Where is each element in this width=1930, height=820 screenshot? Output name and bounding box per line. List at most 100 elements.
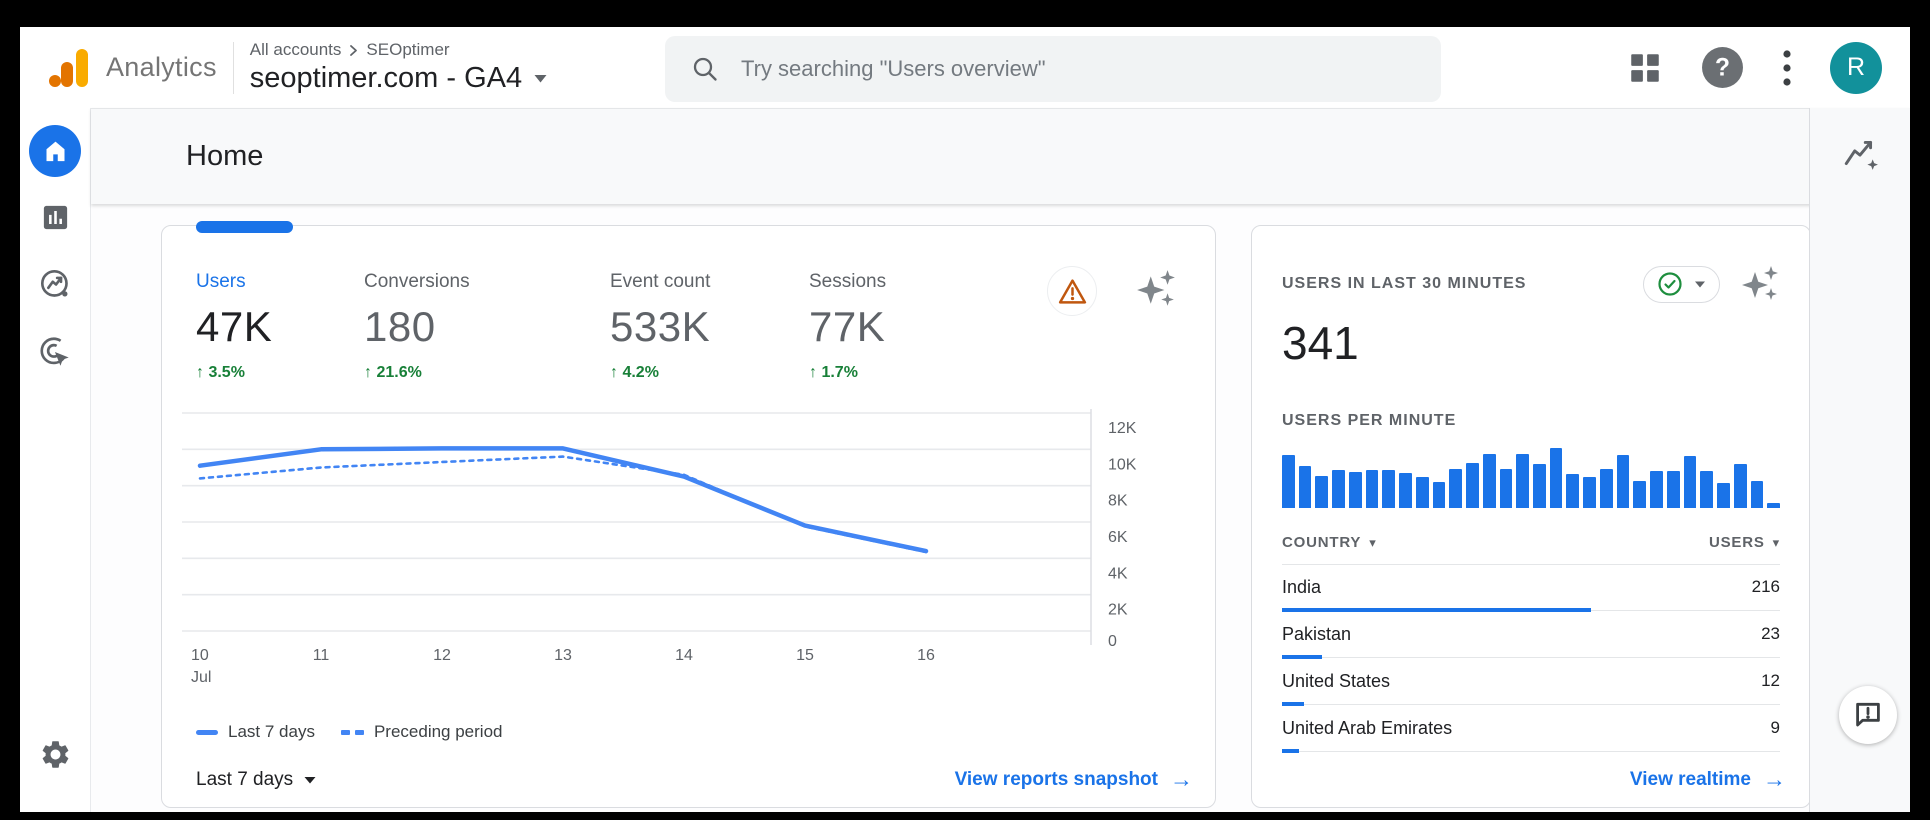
svg-text:8K: 8K [1108, 493, 1128, 510]
right-rail [1809, 108, 1910, 812]
date-range-dropdown[interactable]: Last 7 days [196, 769, 317, 791]
breadcrumb: All accounts SEOptimer [250, 40, 548, 60]
metric-tab-users[interactable]: Users47K↑ 3.5% [196, 271, 272, 382]
breadcrumb-account[interactable]: SEOptimer [366, 40, 449, 60]
realtime-title: USERS IN LAST 30 MINUTES [1282, 275, 1526, 293]
metric-delta: ↑ 21.6% [364, 364, 470, 382]
country-users-value: 9 [1771, 718, 1780, 739]
view-realtime-link[interactable]: View realtime → [1630, 766, 1786, 793]
feedback-button[interactable] [1839, 686, 1897, 744]
realtime-sparkle-button[interactable] [1740, 264, 1780, 304]
minute-bar [1466, 463, 1479, 508]
search-icon [691, 55, 719, 83]
more-options-button[interactable] [1782, 46, 1792, 90]
reports-icon [40, 202, 71, 233]
country-bar-track [1282, 655, 1780, 659]
kebab-menu-icon [1782, 46, 1792, 90]
metric-delta: ↑ 3.5% [196, 364, 272, 382]
avatar[interactable]: R [1830, 42, 1882, 94]
caret-down-icon [303, 775, 317, 785]
svg-text:2K: 2K [1108, 602, 1128, 619]
minute-bar [1566, 474, 1579, 508]
breadcrumb-all-accounts[interactable]: All accounts [250, 40, 342, 60]
svg-text:16: 16 [917, 647, 935, 664]
metric-value: 533K [610, 303, 710, 351]
minute-bar [1700, 471, 1713, 508]
minute-bar [1299, 466, 1312, 508]
property-selector[interactable]: seoptimer.com - GA4 [250, 62, 548, 95]
search-input[interactable] [739, 55, 1415, 83]
google-apps-button[interactable] [1627, 50, 1663, 86]
svg-text:10K: 10K [1108, 456, 1137, 473]
svg-text:11: 11 [313, 647, 330, 664]
metric-label: Users [196, 271, 272, 293]
home-icon [29, 125, 81, 177]
nav-explore-button[interactable] [20, 268, 90, 301]
feedback-icon [1852, 699, 1884, 731]
column-label: USERS [1709, 534, 1765, 551]
anomaly-warning-button[interactable] [1047, 266, 1097, 316]
minute-bar [1717, 483, 1730, 508]
minute-bar [1349, 472, 1362, 508]
page-header-band: Home [91, 108, 1910, 204]
metric-tab-sessions[interactable]: Sessions77K↑ 1.7% [809, 271, 886, 382]
carousel-tab-indicator[interactable] [196, 221, 293, 233]
minute-bar [1767, 503, 1780, 508]
overview-card-footer: Last 7 days View reports snapshot → [196, 766, 1193, 793]
caret-down-icon [1694, 280, 1706, 289]
analytics-logo-icon [46, 45, 94, 91]
country-bar-fill [1282, 702, 1304, 706]
property-switcher[interactable]: All accounts SEOptimer seoptimer.com - G… [250, 40, 548, 95]
top-bar: Analytics All accounts SEOptimer seoptim… [20, 27, 1910, 108]
country-name: Pakistan [1282, 624, 1351, 645]
sort-header-users[interactable]: USERS▾ [1709, 534, 1780, 551]
view-reports-snapshot-link[interactable]: View reports snapshot → [955, 766, 1193, 793]
minute-bar [1483, 454, 1496, 508]
nav-settings-button[interactable] [20, 738, 90, 771]
advertising-icon [39, 336, 72, 369]
svg-text:6K: 6K [1108, 529, 1128, 546]
caret-down-icon [533, 73, 548, 84]
metric-value: 180 [364, 303, 470, 351]
metric-tab-event-count[interactable]: Event count533K↑ 4.2% [610, 271, 710, 382]
svg-text:Jul: Jul [191, 669, 211, 686]
country-bar-track [1282, 749, 1780, 753]
legend-item-dashed: Preceding period [341, 722, 503, 742]
svg-text:12K: 12K [1108, 420, 1137, 437]
minute-bar [1449, 469, 1462, 508]
sort-caret-icon: ▾ [1369, 535, 1376, 551]
search-bar[interactable] [665, 36, 1441, 102]
svg-text:12: 12 [433, 647, 451, 664]
metric-label: Sessions [809, 271, 886, 293]
country-bar-track [1282, 702, 1780, 706]
realtime-status-dropdown[interactable] [1643, 266, 1720, 303]
svg-text:14: 14 [675, 647, 693, 664]
minute-bar [1533, 464, 1546, 508]
minute-bar [1382, 470, 1395, 508]
legend-label: Last 7 days [228, 722, 315, 742]
metric-tab-conversions[interactable]: Conversions180↑ 21.6% [364, 271, 470, 382]
main-area: Home [91, 108, 1910, 812]
nav-reports-button[interactable] [20, 202, 90, 233]
insights-panel-button[interactable] [1841, 134, 1879, 172]
nav-advertising-button[interactable] [20, 336, 90, 369]
overview-card: Users47K↑ 3.5%Conversions180↑ 21.6%Event… [161, 225, 1216, 808]
help-button[interactable]: ? [1701, 46, 1744, 89]
metric-delta: ↑ 1.7% [809, 364, 886, 382]
analytics-logo[interactable]: Analytics [46, 45, 217, 91]
svg-text:15: 15 [796, 647, 814, 664]
svg-text:13: 13 [554, 647, 572, 664]
svg-text:0: 0 [1108, 633, 1117, 650]
left-nav [20, 108, 91, 812]
insights-sparkle-button[interactable] [1135, 268, 1177, 310]
country-users-value: 23 [1761, 624, 1780, 645]
country-bar-fill [1282, 749, 1299, 753]
minute-bar [1600, 469, 1613, 508]
apps-grid-icon [1627, 50, 1663, 86]
nav-home-button[interactable] [20, 125, 90, 177]
country-row: Pakistan 23 [1282, 612, 1780, 659]
check-circle-icon [1657, 271, 1683, 297]
sparkle-icon [1740, 264, 1780, 304]
sort-header-country[interactable]: COUNTRY▾ [1282, 534, 1377, 551]
sparkle-icon [1135, 268, 1177, 310]
